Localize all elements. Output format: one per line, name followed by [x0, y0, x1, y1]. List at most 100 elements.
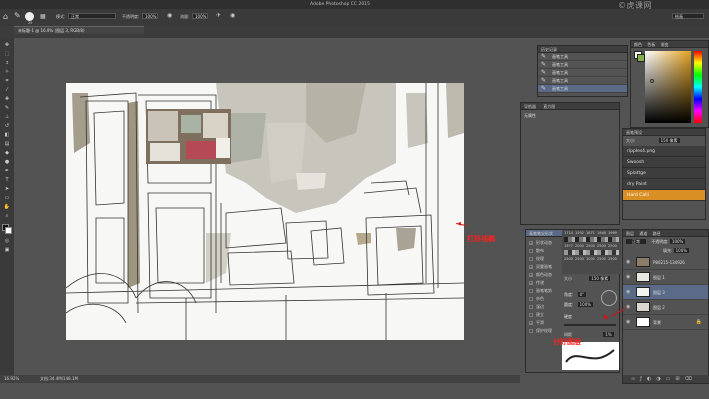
tab-channels[interactable]: 通道 [639, 231, 647, 236]
brush-tip-size[interactable]: 1671 [586, 231, 595, 235]
blur-tool-icon[interactable]: ◆ [3, 150, 11, 156]
tab-color[interactable]: 颜色 [634, 42, 642, 47]
type-tool-icon[interactable]: T [3, 177, 11, 183]
history-item[interactable]: ✎ 画笔工具 [538, 77, 627, 85]
brush-preview-icon[interactable] [25, 12, 34, 21]
brush-tip-size[interactable]: 2500 [575, 257, 584, 261]
eraser-tool-icon[interactable]: ◧ [3, 132, 11, 138]
link-layers-icon[interactable]: ∞ [631, 376, 640, 382]
brush-preset-item-selected[interactable]: Hard Calli [623, 190, 705, 201]
fill-field[interactable]: 100% [673, 248, 690, 253]
brush-preset-item[interactable]: Splattge [623, 168, 705, 179]
brush-setting-item[interactable]: ☑ 颜色动态 [526, 271, 562, 279]
adjustment-icon[interactable]: ◑ [656, 376, 665, 382]
tab-histogram[interactable]: 直方图 [543, 104, 555, 109]
layer-row-selected[interactable]: ◉ 图层 3 [623, 285, 708, 300]
zoom-level[interactable]: 16.92% [4, 375, 19, 383]
brush-preset-item[interactable]: Swoosh [623, 157, 705, 168]
dodge-tool-icon[interactable]: ● [3, 159, 11, 165]
brush-tip-size[interactable]: 1969 [608, 231, 617, 235]
zoom-tool-icon[interactable]: ⌕ [3, 213, 11, 219]
healing-tool-icon[interactable]: ✚ [3, 96, 11, 102]
brush-setting-item[interactable]: ☐ 建立 [526, 311, 562, 319]
brush-panel-toggle-icon[interactable]: ▦ [40, 13, 46, 20]
flow-field[interactable]: 100% [192, 13, 208, 19]
history-item[interactable]: ✎ 画笔工具 [538, 61, 627, 69]
brush-setting-item[interactable]: ☐ 散布 [526, 247, 562, 255]
color-field[interactable] [645, 51, 691, 123]
lasso-tool-icon[interactable]: ↄ [3, 60, 11, 66]
brush-tip-size[interactable]: 2000 [575, 244, 584, 248]
layer-row[interactable]: ◉ 图层 1 [623, 270, 708, 285]
settings-size-field[interactable]: 150 像素 [589, 276, 611, 281]
opacity-field[interactable]: 100% [142, 13, 158, 19]
stamp-tool-icon[interactable]: ⊥ [3, 114, 11, 120]
history-item[interactable]: ✎ 画笔工具 [538, 53, 627, 61]
shape-tool-icon[interactable]: ▭ [3, 195, 11, 201]
visibility-eye-icon[interactable]: ◉ [626, 274, 630, 280]
layer-row[interactable]: ◉ P80215-134926 [623, 255, 708, 270]
brush-angle-widget[interactable] [601, 290, 617, 306]
brush-setting-item[interactable]: ☑ 平滑 [526, 319, 562, 327]
brush-setting-item[interactable]: ☑ 形状动态 [526, 239, 562, 247]
quick-select-tool-icon[interactable]: ✧ [3, 69, 11, 75]
brush-size-field[interactable]: 150 像素 [658, 138, 680, 143]
brush-tip-grid[interactable]: 1714 1592 1671 1946 1969 1977 2000 2500 … [562, 230, 621, 274]
brush-tip-size[interactable]: 2500 [586, 244, 595, 248]
airbrush-icon[interactable]: ✈ [216, 12, 221, 19]
brush-setting-item[interactable]: ☐ 纹理 [526, 255, 562, 263]
brush-setting-item[interactable]: ☐ 保护纹理 [526, 327, 562, 335]
quick-mask-icon[interactable]: ◎ [3, 238, 11, 244]
tab-layers[interactable]: 图层 [626, 231, 634, 236]
trash-icon[interactable]: ⌫ [685, 376, 697, 382]
brush-setting-item[interactable]: ☐ 湿边 [526, 303, 562, 311]
document-canvas[interactable] [66, 83, 464, 340]
history-item[interactable]: ✎ 画笔工具 [538, 69, 627, 77]
new-layer-icon[interactable]: ⊞ [675, 376, 684, 382]
history-item-selected[interactable]: ✎ 画笔工具 [538, 85, 627, 93]
folder-icon[interactable]: ▭ [666, 376, 676, 382]
roundness-field[interactable]: 100% [577, 302, 594, 307]
mask-icon[interactable]: ◐ [647, 376, 656, 382]
brush-setting-item[interactable]: ☐ 杂色 [526, 295, 562, 303]
brush-tip-size[interactable]: 2500 [608, 244, 617, 248]
layer-opacity-field[interactable]: 100% [669, 239, 686, 244]
visibility-eye-icon[interactable]: ◉ [626, 319, 630, 325]
eyedropper-tool-icon[interactable]: ⁄ [3, 87, 11, 93]
hue-slider[interactable] [694, 51, 702, 123]
brush-tip-size[interactable]: 1592 [575, 231, 584, 235]
visibility-eye-icon[interactable]: ◉ [626, 259, 630, 265]
layer-row[interactable]: ◉ 图层 2 [623, 300, 708, 315]
visibility-eye-icon[interactable]: ◉ [626, 289, 630, 295]
spacing-field[interactable]: 1% [603, 332, 614, 337]
fx-icon[interactable]: ƒ [640, 376, 647, 382]
pressure-opacity-icon[interactable]: ◉ [167, 12, 172, 19]
mode-select[interactable]: 正常 [68, 13, 116, 19]
blend-mode-select[interactable]: 正常 [626, 239, 646, 244]
brush-tip-size[interactable]: 2500 [597, 257, 606, 261]
brush-preset-item[interactable]: dry Paint [623, 179, 705, 190]
brush-setting-item[interactable]: ☑ 双重画笔 [526, 263, 562, 271]
brush-tip-size[interactable]: 1000 [586, 257, 595, 261]
brush-tip-size[interactable]: 1977 [564, 244, 573, 248]
pressure-size-icon[interactable]: ◉ [230, 12, 235, 19]
tab-paths[interactable]: 路径 [653, 231, 661, 236]
tab-gradients[interactable]: 渐变 [661, 42, 669, 47]
pen-tool-icon[interactable]: ✒ [3, 168, 11, 174]
move-tool-icon[interactable]: ✥ [3, 42, 11, 48]
brush-preset-item[interactable]: ripples4.png [623, 146, 705, 157]
screen-mode-icon[interactable]: ▣ [3, 247, 11, 253]
layer-row[interactable]: ◉ 背景 🔒 [623, 315, 708, 330]
background-color-swatch[interactable] [5, 227, 12, 234]
gradient-tool-icon[interactable]: ▤ [3, 141, 11, 147]
brush-tip-size[interactable]: 1946 [597, 231, 606, 235]
brush-setting-item[interactable]: ☐ 画笔笔势 [526, 287, 562, 295]
brush-tip-size[interactable]: 2500 [608, 257, 617, 261]
marquee-tool-icon[interactable]: ⬚ [3, 51, 11, 57]
tab-navigator[interactable]: 导航器 [524, 104, 536, 109]
brush-tool-icon[interactable]: ✎ [14, 11, 21, 20]
color-picker-cursor[interactable] [650, 79, 654, 83]
bg-color-chip[interactable] [637, 54, 645, 62]
tab-swatches[interactable]: 色板 [647, 42, 655, 47]
hardness-slider[interactable] [564, 324, 616, 326]
